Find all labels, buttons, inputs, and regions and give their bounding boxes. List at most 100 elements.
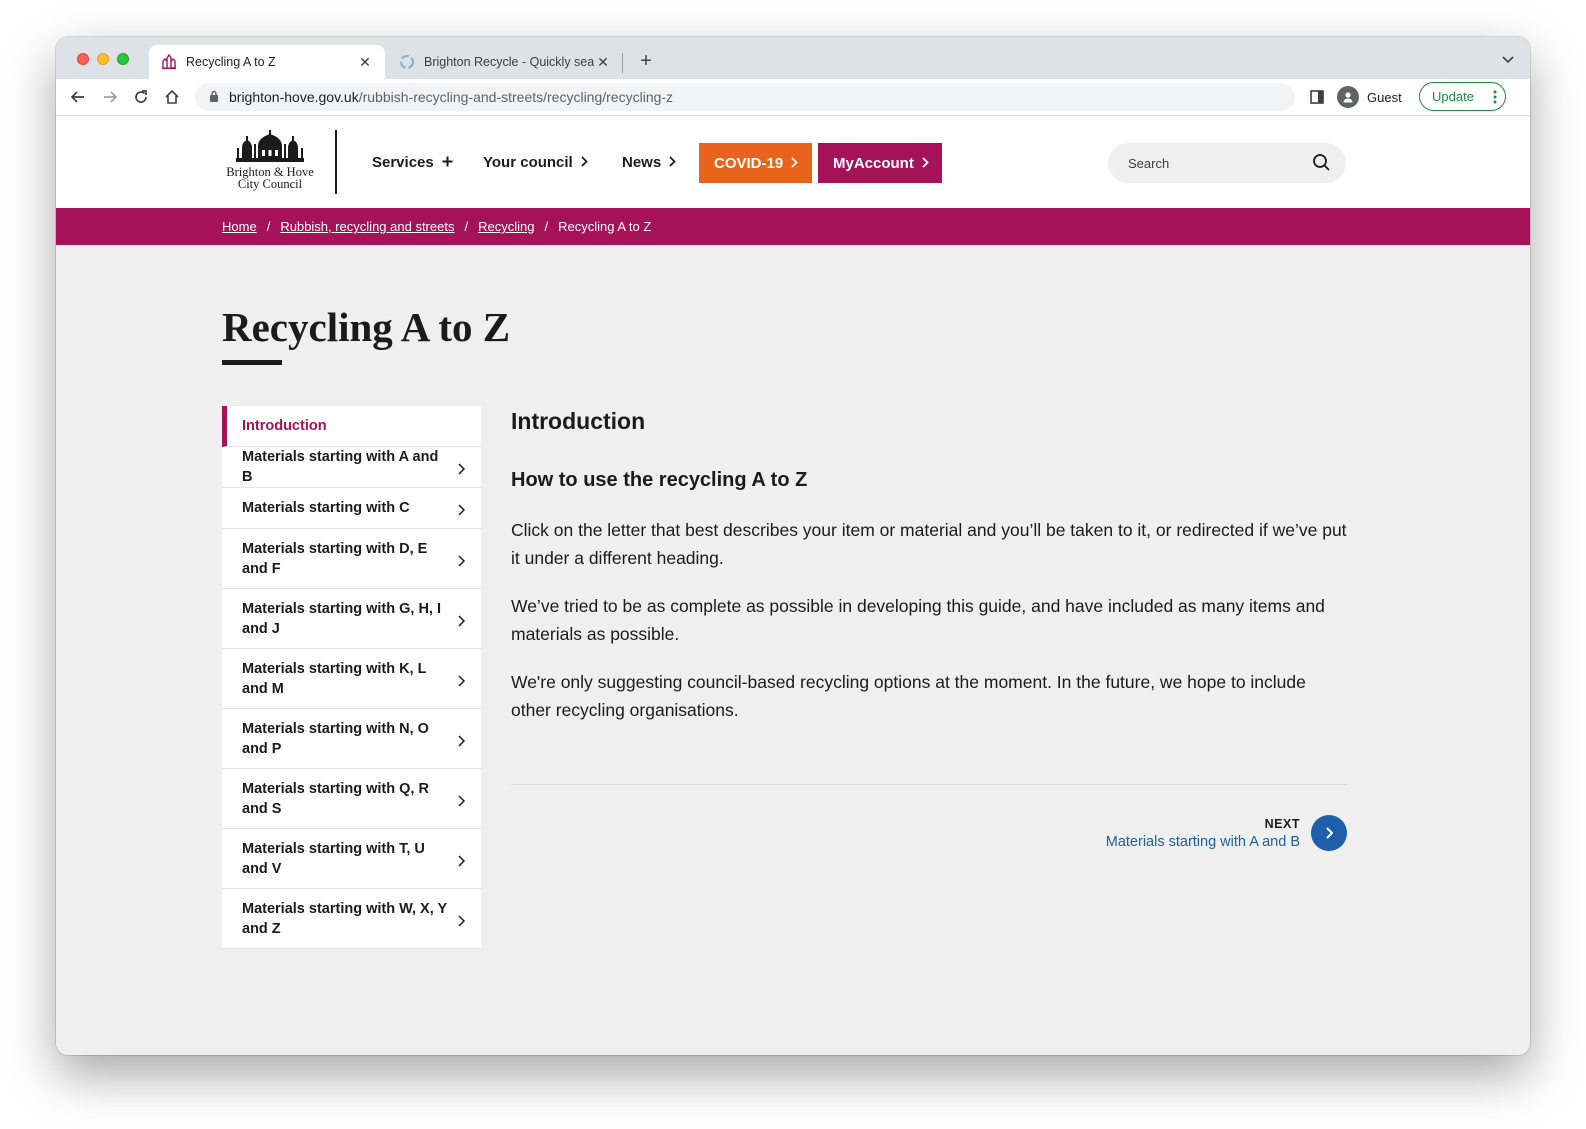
tab-search-chevron-down-icon[interactable] — [1500, 51, 1516, 67]
sidebar-item-t-u-v[interactable]: Materials starting with T, U and V — [222, 829, 481, 889]
logo-divider — [335, 130, 337, 194]
paragraph: Click on the letter that best describes … — [511, 520, 1347, 568]
tab-strip: Recycling A to Z ✕ Brighton Recycle - Qu… — [56, 37, 1530, 79]
chevron-right-icon — [458, 461, 466, 481]
forward-arrow-icon[interactable] — [100, 87, 120, 107]
tab-close-icon[interactable]: ✕ — [595, 54, 611, 71]
council-favicon-icon — [161, 54, 177, 70]
nav-your-council[interactable]: Your council — [483, 150, 588, 174]
breadcrumb-separator: / — [464, 219, 469, 234]
new-tab-icon[interactable]: + — [634, 49, 658, 73]
breadcrumb-current: Recycling A to Z — [558, 219, 652, 234]
nav-your-council-label: Your council — [483, 153, 573, 171]
address-bar[interactable]: brighton-hove.gov.uk/rubbish-recycling-a… — [195, 83, 1295, 111]
page-title: Recycling A to Z — [222, 304, 511, 350]
chevron-right-icon — [458, 793, 466, 813]
profile-label: Guest — [1367, 89, 1402, 105]
chevron-right-icon — [669, 154, 676, 171]
breadcrumb-recycling[interactable]: Recycling — [478, 219, 534, 234]
chevron-right-icon — [458, 502, 466, 522]
maximize-window-button[interactable] — [117, 53, 129, 65]
sidebar-item-g-h-i-j[interactable]: Materials starting with G, H, I and J — [222, 589, 481, 649]
tab-close-icon[interactable]: ✕ — [357, 54, 373, 71]
tab-title: Brighton Recycle - Quickly sea — [424, 55, 595, 69]
paragraph: We're only suggesting council-based recy… — [511, 672, 1306, 720]
sidebar-item-k-l-m[interactable]: Materials starting with K, L and M — [222, 649, 481, 709]
nav-news-label: News — [622, 153, 662, 171]
covid-button[interactable]: COVID-19 — [699, 143, 812, 183]
nav-services[interactable]: Services — [372, 150, 453, 174]
myaccount-button[interactable]: MyAccount — [818, 143, 942, 183]
logo-text: Brighton & Hove City Council — [222, 166, 318, 191]
sidebar-item-n-o-p[interactable]: Materials starting with N, O and P — [222, 709, 481, 769]
browser-toolbar: brighton-hove.gov.uk/rubbish-recycling-a… — [56, 79, 1530, 116]
next-link-text[interactable]: Materials starting with A and B — [1106, 834, 1300, 850]
home-icon[interactable] — [162, 87, 182, 107]
update-button[interactable]: Update — [1419, 82, 1506, 111]
sidebar-item-w-x-y-z[interactable]: Materials starting with W, X, Y and Z — [222, 889, 481, 949]
sidebar-item-label: Materials starting with C — [242, 500, 410, 516]
paragraph: We’ve tried to be as complete as possibl… — [511, 596, 1325, 644]
content-divider — [511, 784, 1347, 785]
sidebar-item-label: Materials starting with Q, R and S — [242, 780, 429, 817]
next-label: NEXT — [1264, 817, 1300, 831]
sidebar-item-label: Materials starting with A and B — [242, 449, 439, 485]
sidebar-nav: Introduction Materials starting with A a… — [222, 406, 481, 949]
covid-label: COVID-19 — [714, 154, 784, 172]
sidebar-item-label: Materials starting with D, E and F — [242, 540, 428, 577]
sidebar-item-c[interactable]: Materials starting with C — [222, 488, 481, 529]
sidebar-item-label: Materials starting with G, H, I and J — [242, 600, 442, 637]
nav-news[interactable]: News — [622, 150, 676, 174]
logo-line-2: City Council — [237, 177, 303, 191]
title-underline — [222, 360, 282, 365]
reload-icon[interactable] — [131, 87, 151, 107]
back-arrow-icon[interactable] — [68, 87, 88, 107]
avatar-icon — [1337, 86, 1359, 108]
sidebar-item-label: Materials starting with N, O and P — [242, 720, 429, 757]
chevron-right-icon — [581, 154, 588, 171]
side-panel-icon[interactable] — [1307, 87, 1327, 107]
sidebar-item-introduction[interactable]: Introduction — [222, 406, 481, 447]
tab-brighton-recycle[interactable]: Brighton Recycle - Quickly sea ✕ — [387, 45, 623, 79]
url-domain: brighton-hove.gov.uk — [229, 89, 359, 105]
sidebar-item-label: Materials starting with W, X, Y and Z — [242, 900, 447, 937]
chevron-right-icon — [791, 155, 798, 172]
search-placeholder: Search — [1128, 155, 1170, 171]
profile-button[interactable]: Guest — [1337, 83, 1402, 111]
sidebar-item-label: Introduction — [242, 418, 327, 434]
plus-icon — [442, 154, 453, 171]
sidebar-item-q-r-s[interactable]: Materials starting with Q, R and S — [222, 769, 481, 829]
breadcrumb: Home / Rubbish, recycling and streets / … — [56, 208, 1530, 245]
breadcrumb-home[interactable]: Home — [222, 219, 257, 234]
section-title: Introduction — [511, 408, 646, 434]
web-page: Brighton & Hove City Council Services Yo… — [56, 116, 1530, 1055]
more-vert-icon — [1493, 89, 1497, 108]
tab-separator — [622, 53, 623, 73]
breadcrumb-rubbish[interactable]: Rubbish, recycling and streets — [280, 219, 454, 234]
site-header: Brighton & Hove City Council Services Yo… — [56, 116, 1530, 208]
close-window-button[interactable] — [77, 53, 89, 65]
main-content: Introduction How to use the recycling A … — [511, 406, 1347, 724]
chevron-right-icon — [458, 673, 466, 693]
minimize-window-button[interactable] — [97, 53, 109, 65]
next-page-link[interactable]: NEXT Materials starting with A and B — [1086, 813, 1347, 853]
chevron-right-icon — [458, 553, 466, 573]
chevron-right-icon — [922, 155, 929, 172]
sidebar-item-a-b[interactable]: Materials starting with A and B — [222, 447, 481, 488]
tab-recycling-a-to-z[interactable]: Recycling A to Z ✕ — [149, 45, 385, 79]
breadcrumb-separator: / — [266, 219, 271, 234]
council-logo[interactable]: Brighton & Hove City Council — [222, 130, 318, 194]
nav-services-label: Services — [372, 153, 434, 171]
sidebar-item-label: Materials starting with K, L and M — [242, 660, 427, 697]
sidebar-item-d-e-f[interactable]: Materials starting with D, E and F — [222, 529, 481, 589]
breadcrumb-separator: / — [544, 219, 549, 234]
next-chevron-right-icon[interactable] — [1311, 815, 1347, 851]
chevron-right-icon — [458, 853, 466, 873]
sidebar-item-label: Materials starting with T, U and V — [242, 840, 425, 877]
chevron-right-icon — [458, 913, 466, 933]
search-icon[interactable] — [1312, 153, 1331, 175]
url-path: /rubbish-recycling-and-streets/recycling… — [358, 89, 674, 105]
chevron-right-icon — [458, 613, 466, 633]
pavilion-logo-icon — [236, 130, 304, 162]
search-input[interactable]: Search — [1108, 143, 1346, 183]
